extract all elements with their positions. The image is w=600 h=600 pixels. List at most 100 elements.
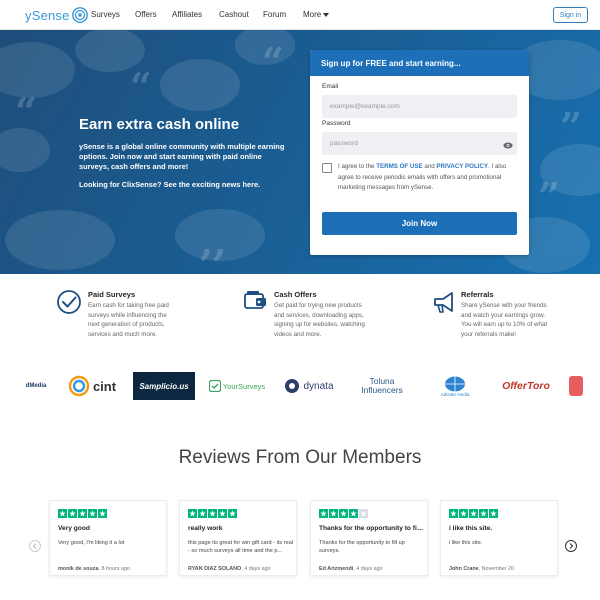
terms-of-use-link[interactable]: TERMS OF USE (376, 163, 422, 170)
partner-logo-samplicious: Samplicio.us (133, 372, 195, 400)
feature-title-referrals: Referrals (461, 290, 494, 299)
review-footer: monik de souza, 8 hours ago (58, 566, 168, 572)
nav-affiliates-link[interactable]: Affiliates (172, 10, 202, 19)
review-footer: RYAN DIAZ SOLANO, 4 days ago (188, 566, 298, 572)
feature-text-cash-offers: Get paid for trying new products and ser… (274, 302, 365, 338)
email-field[interactable] (322, 95, 517, 118)
partner-logo-dmedia: dMedia (22, 368, 50, 404)
partner-name: Toluna Influencers (361, 376, 403, 395)
partner-name: dMedia (25, 383, 47, 389)
star-icon (78, 509, 87, 518)
adgate-globe-icon (445, 376, 465, 391)
star-icon (449, 509, 458, 518)
review-card[interactable]: i like this site. i like this site. John… (440, 500, 558, 576)
review-date: , 8 hours ago (98, 566, 130, 572)
star-icon (349, 509, 358, 518)
join-now-button[interactable]: Join Now (322, 212, 517, 235)
logo-swirl-icon (71, 7, 88, 23)
review-footer: John Crane, November 20 (449, 566, 559, 572)
review-heading: i like this site. (449, 525, 493, 532)
reviews-next-button[interactable] (565, 540, 577, 552)
hero-title: Earn extra cash online (79, 116, 240, 133)
password-field[interactable] (322, 132, 517, 155)
logo-text: ySense (25, 7, 70, 23)
cint-swirl-icon (68, 375, 90, 397)
agree-and: and (422, 163, 437, 170)
top-navbar: ySense Surveys Offers Affiliates Cashout… (0, 0, 600, 30)
review-body: Thanks for the opportunity to fill up su… (319, 540, 405, 554)
review-date: , 4 days ago (353, 566, 383, 572)
review-heading: really work (188, 525, 223, 532)
privacy-policy-link[interactable]: PRIVACY POLICY (436, 163, 488, 170)
review-date: , November 20 (478, 566, 515, 572)
star-icon (359, 509, 368, 518)
signin-button[interactable]: Sign in (553, 7, 588, 23)
star-icon (58, 509, 67, 518)
star-icon (479, 509, 488, 518)
review-body: Very good, I'm liking it a lot (58, 540, 125, 546)
star-icon (188, 509, 197, 518)
partner-name: OfferToro (502, 380, 550, 392)
feature-text-referrals: Share ySense with your friends and watch… (461, 302, 548, 338)
star-icon (319, 509, 328, 518)
review-body: i like this site. (449, 540, 483, 546)
partner-name: YourSurveys (222, 381, 266, 391)
dynata-icon (285, 379, 300, 393)
partner-name: AdGate media (440, 391, 470, 397)
star-rating (58, 509, 107, 518)
feature-text-paid-surveys: Earn cash for taking free paid surveys w… (88, 302, 169, 338)
review-card[interactable]: really work this page its great for win … (179, 500, 297, 576)
svg-text:”: ” (560, 104, 582, 149)
star-icon (88, 509, 97, 518)
review-card[interactable]: Very good Very good, I'm liking it a lot… (49, 500, 167, 576)
svg-text:“: “ (15, 89, 37, 134)
star-icon (489, 509, 498, 518)
star-icon (329, 509, 338, 518)
star-icon (68, 509, 77, 518)
chevron-right-icon (569, 543, 574, 549)
star-icon (198, 509, 207, 518)
svg-text:”: ” (538, 174, 560, 219)
review-author: monik de souza (58, 566, 99, 572)
nav-more-label: More (303, 10, 322, 19)
partner-logo-cint: cint (63, 368, 121, 404)
ysense-logo[interactable]: ySense (25, 5, 89, 25)
star-rating (188, 509, 237, 518)
review-footer: Ed Arizmendi, 4 days ago (319, 566, 429, 572)
partner-logo-yoursurveys: YourSurveys (207, 368, 267, 404)
partner-logo-cutoff (569, 376, 583, 396)
agree-checkbox[interactable] (322, 163, 332, 173)
star-rating (449, 509, 498, 518)
megaphone-icon (434, 292, 453, 313)
clixsense-news-link[interactable]: Looking for ClixSense? See the exciting … (79, 180, 260, 189)
svg-text:“: “ (262, 39, 284, 84)
show-password-eye-icon[interactable] (503, 142, 513, 149)
nav-offers-link[interactable]: Offers (135, 10, 157, 19)
feature-title-paid-surveys: Paid Surveys (88, 290, 136, 299)
signup-heading: Sign up for FREE and start earning... (310, 50, 529, 76)
chevron-left-icon (32, 543, 37, 549)
nav-surveys-link[interactable]: Surveys (91, 10, 120, 19)
review-author: John Crane (449, 566, 479, 572)
password-label: Password (322, 120, 351, 127)
partner-name: cint (92, 378, 117, 394)
reviews-prev-button[interactable] (29, 540, 41, 552)
star-icon (339, 509, 348, 518)
email-label: Email (322, 83, 339, 90)
signup-card: Sign up for FREE and start earning... Em… (310, 50, 529, 255)
nav-forum-link[interactable]: Forum (263, 10, 286, 19)
partner-name: Samplicio.us (139, 381, 189, 391)
yoursurveys-icon (208, 380, 221, 392)
review-heading: Thanks for the opportunity to fill up su… (319, 525, 425, 532)
review-heading: Very good (58, 525, 90, 532)
nav-cashout-link[interactable]: Cashout (219, 10, 249, 19)
review-card[interactable]: Thanks for the opportunity to fill up su… (310, 500, 428, 576)
partner-logo-adgatemedia: AdGate media (434, 368, 476, 404)
nav-more-dropdown[interactable]: More (303, 10, 330, 19)
partner-logo-offertoro: OfferToro (497, 368, 555, 404)
cash-offers-icon (244, 291, 266, 309)
partner-logo-dynata: dynata (279, 368, 339, 404)
star-icon (228, 509, 237, 518)
review-author: Ed Arizmendi (319, 566, 354, 572)
star-rating (319, 509, 368, 518)
